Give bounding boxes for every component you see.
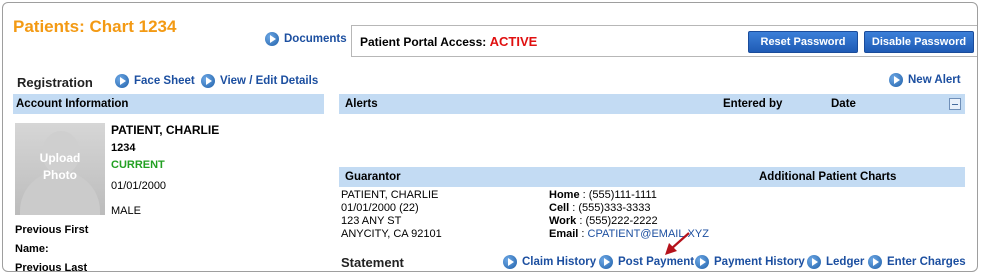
reset-password-button[interactable]: Reset Password	[748, 31, 858, 53]
email-separator: :	[581, 228, 585, 240]
cell-phone-row: Cell : (555)333-3333	[549, 202, 709, 215]
face-sheet-link[interactable]: Face Sheet	[115, 74, 195, 88]
play-circle-icon	[201, 74, 215, 88]
chart-panel: Patients: Chart 1234 Documents Patient P…	[2, 2, 978, 272]
email-label: Email	[549, 228, 579, 240]
cell-value: : (555)333-3333	[572, 202, 651, 214]
play-circle-icon	[807, 255, 821, 269]
patient-status: CURRENT	[111, 159, 165, 171]
post-payment-link[interactable]: Post Payment	[599, 255, 694, 269]
collapse-icon[interactable]	[949, 98, 961, 110]
guarantor-address-2: ANYCITY, CA 92101	[341, 228, 442, 240]
home-value: : (555)111-1111	[582, 189, 657, 201]
post-payment-label: Post Payment	[618, 256, 695, 268]
play-circle-icon	[695, 255, 709, 269]
annotation-arrow-icon	[665, 232, 690, 255]
patient-sex: MALE	[111, 205, 141, 217]
alerts-column-header: Alerts	[345, 98, 378, 110]
new-alert-link[interactable]: New Alert	[889, 73, 961, 87]
additional-patient-charts-title: Additional Patient Charts	[759, 171, 897, 183]
guarantor-details: PATIENT, CHARLIE 01/01/2000 (22) 123 ANY…	[341, 189, 442, 241]
play-circle-icon	[503, 255, 517, 269]
enter-charges-label: Enter Charges	[887, 256, 966, 268]
play-circle-icon	[115, 74, 129, 88]
date-column-header: Date	[831, 98, 856, 110]
patient-dob: 01/01/2000	[111, 180, 167, 192]
page-title: Patients: Chart 1234	[13, 17, 177, 36]
portal-status-badge: ACTIVE	[489, 34, 538, 49]
portal-access-box: Patient Portal Access: ACTIVE Reset Pass…	[351, 25, 977, 57]
account-information-title: Account Information	[16, 98, 129, 110]
alerts-header-bar: Alerts Entered by Date	[339, 94, 965, 114]
payment-history-link[interactable]: Payment History	[695, 255, 805, 269]
view-edit-details-label: View / Edit Details	[220, 75, 319, 87]
guarantor-name: PATIENT, CHARLIE	[341, 189, 439, 201]
previous-first-name-label-2: Name:	[15, 243, 49, 255]
disable-password-button[interactable]: Disable Password	[864, 31, 974, 53]
portal-access-text: Patient Portal Access: ACTIVE	[360, 34, 537, 49]
documents-label: Documents	[284, 33, 347, 45]
new-alert-label: New Alert	[908, 74, 961, 86]
guarantor-header-bar: Guarantor Additional Patient Charts	[339, 167, 965, 187]
photo-label: Photo	[43, 168, 77, 182]
portal-access-label: Patient Portal Access:	[360, 35, 487, 49]
guarantor-title: Guarantor	[345, 171, 401, 183]
play-circle-icon	[868, 255, 882, 269]
registration-title: Registration	[17, 75, 93, 90]
enter-charges-link[interactable]: Enter Charges	[868, 255, 966, 269]
home-label: Home	[549, 189, 580, 201]
guarantor-address-1: 123 ANY ST	[341, 215, 402, 227]
payment-history-label: Payment History	[714, 256, 805, 268]
guarantor-dob: 01/01/2000 (22)	[341, 202, 419, 214]
claim-history-link[interactable]: Claim History	[503, 255, 596, 269]
previous-first-name-label: Previous First	[15, 224, 89, 236]
work-value: : (555)222-2222	[579, 215, 658, 227]
previous-last-name-label: Previous Last	[15, 262, 88, 272]
entered-by-column-header: Entered by	[723, 98, 783, 110]
statement-title: Statement	[341, 255, 404, 270]
account-information-bar: Account Information	[13, 94, 324, 114]
documents-link[interactable]: Documents	[265, 32, 347, 46]
face-sheet-label: Face Sheet	[134, 75, 195, 87]
work-phone-row: Work : (555)222-2222	[549, 215, 709, 228]
play-circle-icon	[265, 32, 279, 46]
play-circle-icon	[599, 255, 613, 269]
work-label: Work	[549, 215, 577, 227]
patient-name: PATIENT, CHARLIE	[111, 123, 220, 137]
cell-label: Cell	[549, 202, 570, 214]
upload-label: Upload	[39, 151, 81, 165]
claim-history-label: Claim History	[522, 256, 597, 268]
chart-number: 1234	[111, 142, 136, 154]
upload-photo[interactable]: Upload Photo	[15, 123, 105, 215]
play-circle-icon	[889, 73, 903, 87]
ledger-link[interactable]: Ledger	[807, 255, 864, 269]
home-phone-row: Home : (555)111-1111	[549, 189, 709, 202]
ledger-label: Ledger	[826, 256, 865, 268]
view-edit-details-link[interactable]: View / Edit Details	[201, 74, 318, 88]
